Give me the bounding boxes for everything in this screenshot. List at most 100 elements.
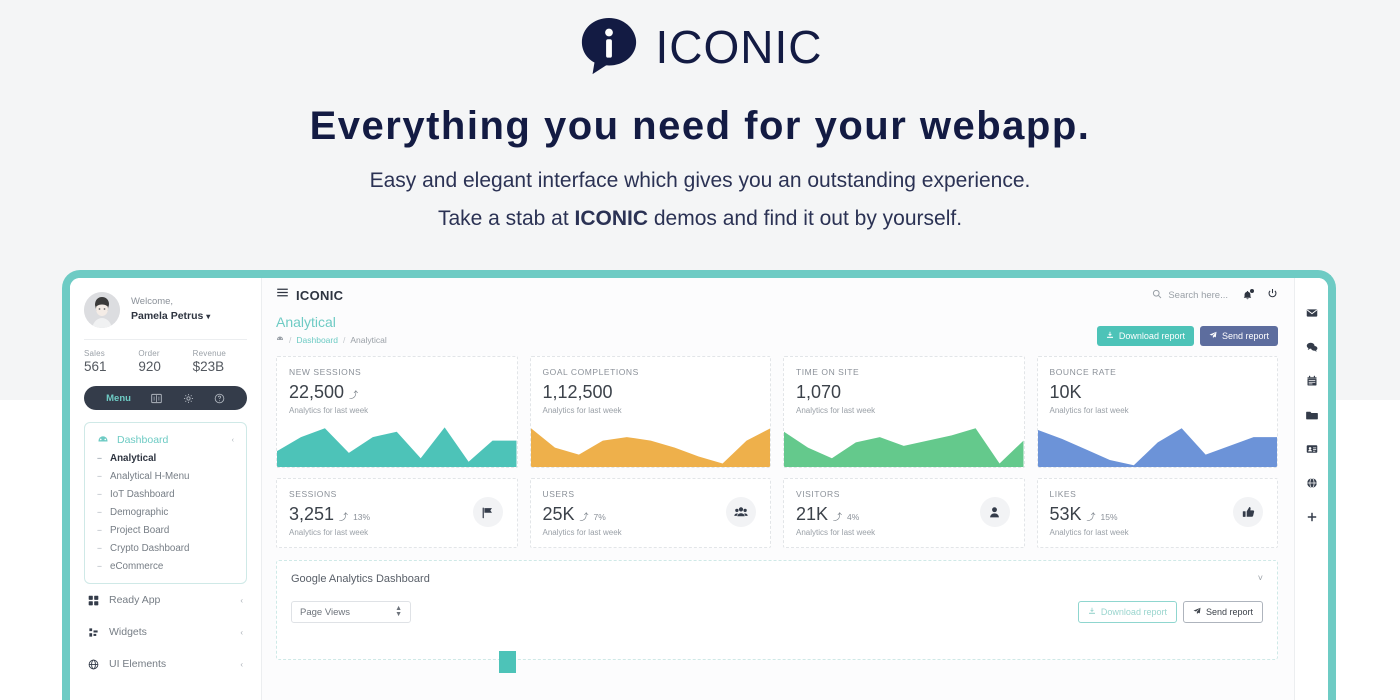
metric-pct: 7% xyxy=(593,512,606,522)
download-icon xyxy=(1088,607,1096,617)
kpi-card-goal-completions[interactable]: GOAL COMPLETIONS 1,12,500 Analytics for … xyxy=(529,356,771,468)
sidebar-item-project-board[interactable]: -- Project Board xyxy=(85,521,246,539)
metric-pct: 4% xyxy=(847,512,860,522)
calendar-icon[interactable] xyxy=(1306,374,1318,392)
metric-card-sessions[interactable]: SESSIONS 3,251 ⤴ 13% Analytics for last … xyxy=(276,478,518,548)
search-input[interactable]: Search here... xyxy=(1152,286,1228,304)
send-report-button[interactable]: Send report xyxy=(1199,326,1278,346)
panel-toolbar: Page Views ▲ ▼ Download report Send repo… xyxy=(291,601,1263,623)
kpi-value: 22,500 xyxy=(289,382,345,402)
main-content: ICONIC Search here... Analytical / Dashb… xyxy=(262,278,1294,700)
gear-icon[interactable] xyxy=(183,393,194,404)
sidebar-item-crypto-dashboard[interactable]: -- Crypto Dashboard xyxy=(85,539,246,557)
kpi-card-body: BOUNCE RATE 10K Analytics for last week xyxy=(1038,357,1278,419)
metric-card-visitors[interactable]: VISITORS 21K ⤴ 4% Analytics for last wee… xyxy=(783,478,1025,548)
sidebar-item-dashboard[interactable]: Dashboard ‹ xyxy=(85,431,246,449)
metric-sub: Analytics for last week xyxy=(796,528,876,537)
home-icon[interactable] xyxy=(276,335,284,345)
dashboard-app: Welcome, Pamela Petrus ▾ Sales 561 Order… xyxy=(70,278,1328,700)
metric-card-likes[interactable]: LIKES 53K ⤴ 15% Analytics for last week xyxy=(1036,478,1278,548)
sidebar-dashboard-group: Dashboard ‹ -- Analytical -- Analytical … xyxy=(84,422,247,584)
sidebar-item-widgets[interactable]: Widgets ‹ xyxy=(84,616,247,648)
kpi-sub: Analytics for last week xyxy=(542,406,622,415)
sparkline-chart xyxy=(784,428,1024,467)
sparkline-chart xyxy=(530,428,770,467)
menu-pill[interactable]: Menu xyxy=(84,386,247,410)
user-icon xyxy=(979,497,1010,527)
sidebar-subitem-label: Demographic xyxy=(110,506,169,518)
panel-download-report-label: Download report xyxy=(1100,607,1167,617)
envelope-icon[interactable] xyxy=(1306,306,1318,324)
sidebar-user[interactable]: Welcome, Pamela Petrus ▾ xyxy=(84,292,247,328)
kpi-card-time-on-site[interactable]: TIME ON SITE 1,070 Analytics for last we… xyxy=(783,356,1025,468)
search-icon xyxy=(1152,286,1162,304)
panel-download-report-button[interactable]: Download report xyxy=(1077,601,1177,623)
plus-icon[interactable] xyxy=(1306,510,1318,528)
contact-card-icon[interactable] xyxy=(1306,442,1318,460)
thumbs-up-icon xyxy=(1233,497,1263,527)
metric-pct: 13% xyxy=(353,512,371,522)
power-icon[interactable] xyxy=(1267,286,1278,304)
user-name[interactable]: Pamela Petrus ▾ xyxy=(131,309,210,325)
kpi-sub: Analytics for last week xyxy=(289,406,369,415)
sidebar-subitem-label: Analytical H-Menu xyxy=(110,470,190,482)
menu-pill-label[interactable]: Menu xyxy=(106,393,131,404)
kpi-sub: Analytics for last week xyxy=(1049,406,1129,415)
kpi-card-body: TIME ON SITE 1,070 Analytics for last we… xyxy=(784,357,1024,419)
sidebar-item-ui-elements[interactable]: UI Elements ‹ xyxy=(84,648,247,680)
subline-2-before: Take a stab at xyxy=(437,207,575,230)
metric-value: 21K xyxy=(796,504,829,524)
dash-icon: -- xyxy=(97,453,102,463)
dash-icon: -- xyxy=(97,561,102,571)
book-icon[interactable] xyxy=(151,393,163,404)
chevron-down-icon[interactable]: ˅ xyxy=(1258,573,1263,583)
bar-chart-column xyxy=(499,651,516,673)
bell-icon[interactable] xyxy=(1242,288,1254,301)
page-views-select[interactable]: Page Views ▲ ▼ xyxy=(291,601,411,623)
sidebar-item-iot-dashboard[interactable]: -- IoT Dashboard xyxy=(85,485,246,503)
logo-text: ICONIC xyxy=(655,21,823,73)
right-rail xyxy=(1294,278,1328,700)
kpi-card-bounce-rate[interactable]: BOUNCE RATE 10K Analytics for last week xyxy=(1036,356,1278,468)
sidebar-item-analytical[interactable]: -- Analytical xyxy=(85,449,246,467)
sidebar-item-ready-app[interactable]: Ready App ‹ xyxy=(84,584,247,616)
metric-value: 53K xyxy=(1049,504,1082,524)
metric-card-row: SESSIONS 3,251 ⤴ 13% Analytics for last … xyxy=(262,468,1294,548)
trend-up-icon: ⤴ xyxy=(349,390,359,400)
panel-send-report-button[interactable]: Send report xyxy=(1182,601,1263,623)
hamburger-icon[interactable] xyxy=(276,286,289,304)
folder-icon[interactable] xyxy=(1305,408,1318,426)
globe-icon[interactable] xyxy=(1306,476,1318,494)
divider xyxy=(84,339,247,340)
stat-label: Sales xyxy=(84,349,106,358)
chat-icon[interactable] xyxy=(1306,340,1318,358)
chevron-left-icon: ‹ xyxy=(240,659,243,669)
stat-order: Order 920 xyxy=(138,349,192,374)
flag-icon xyxy=(472,497,503,527)
sidebar-item-ecommerce[interactable]: -- eCommerce xyxy=(85,557,246,575)
metric-sub: Analytics for last week xyxy=(542,528,622,537)
breadcrumb-separator: / xyxy=(289,335,292,345)
sidebar-item-label: Dashboard xyxy=(117,434,169,446)
metric-label: LIKES xyxy=(1049,489,1077,499)
select-arrows-icon: ▲ ▼ xyxy=(395,604,402,618)
logo-row: ICONIC xyxy=(0,0,1400,75)
hero-subline-1: Easy and elegant interface which gives y… xyxy=(369,169,1031,192)
kpi-label: GOAL COMPLETIONS xyxy=(542,367,639,377)
sidebar-item-demographic[interactable]: -- Demographic xyxy=(85,503,246,521)
metric-card-users[interactable]: USERS 25K ⤴ 7% Analytics for last week xyxy=(529,478,771,548)
panel-send-report-label: Send report xyxy=(1205,607,1253,617)
send-report-label: Send report xyxy=(1221,331,1269,341)
download-report-button[interactable]: Download report xyxy=(1096,326,1194,346)
breadcrumb-dashboard[interactable]: Dashboard xyxy=(296,335,338,345)
kpi-sub: Analytics for last week xyxy=(796,406,876,415)
kpi-card-new-sessions[interactable]: NEW SESSIONS 22,500 ⤴ Analytics for last… xyxy=(276,356,518,468)
page-title: Analytical xyxy=(276,314,336,330)
search-placeholder: Search here... xyxy=(1168,289,1228,301)
stat-value: 920 xyxy=(138,359,161,374)
sidebar-item-analytical-h-menu[interactable]: -- Analytical H-Menu xyxy=(85,467,246,485)
stat-value: 561 xyxy=(84,359,107,374)
metric-label: USERS xyxy=(542,489,575,499)
help-circle-icon[interactable] xyxy=(214,393,225,404)
welcome-label: Welcome, xyxy=(131,296,174,307)
